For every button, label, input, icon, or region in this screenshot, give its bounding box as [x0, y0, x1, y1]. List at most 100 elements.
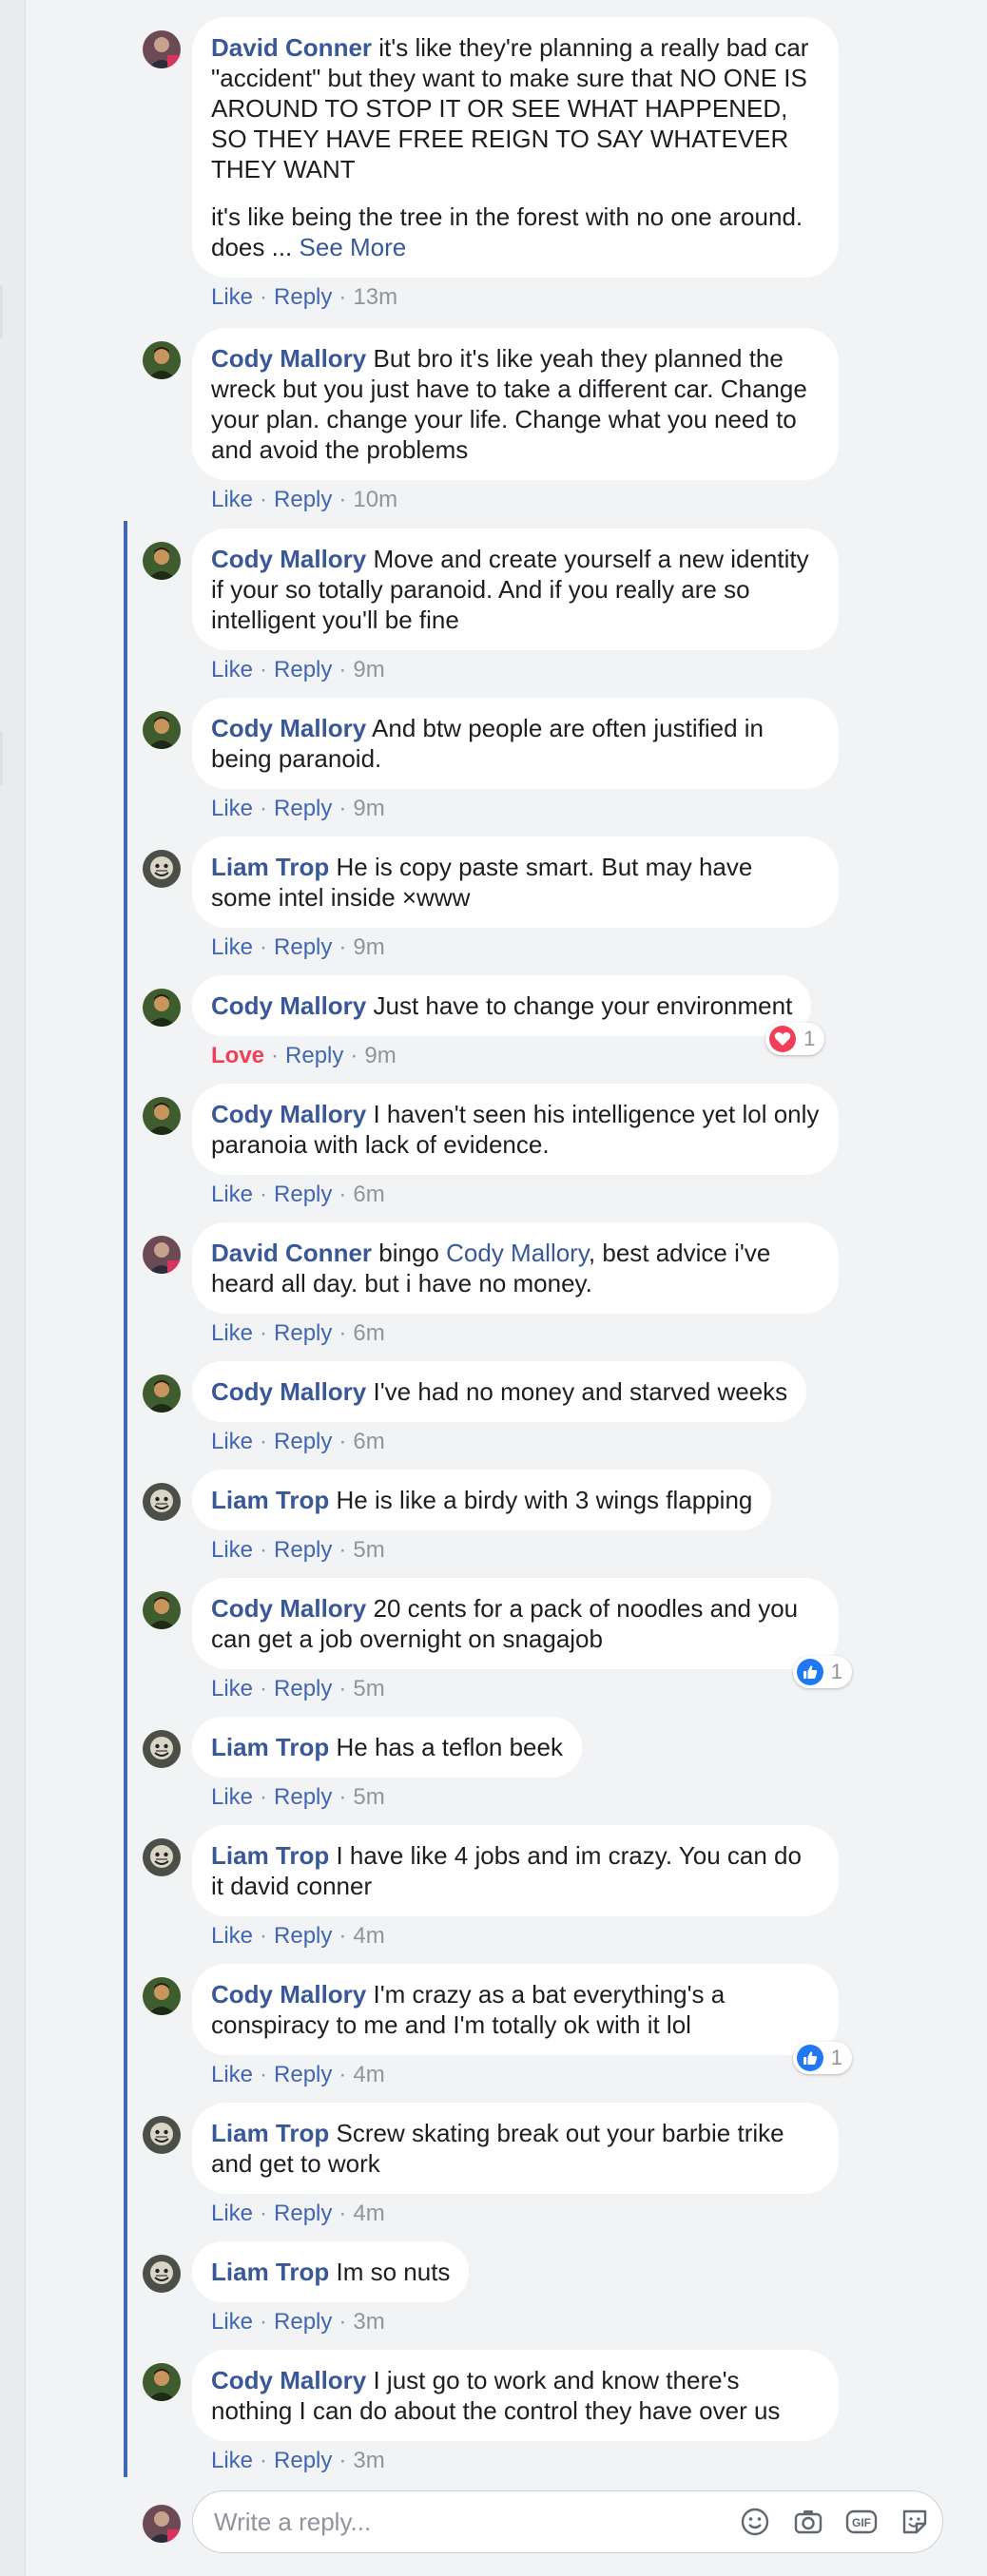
reply-button[interactable]: Reply: [274, 2062, 332, 2087]
comment-timestamp[interactable]: 10m: [353, 487, 397, 512]
like-button[interactable]: Like: [211, 1182, 253, 1207]
comment-body: He has a teflon beek: [336, 1733, 563, 1761]
reply-button[interactable]: Reply: [285, 1043, 343, 1068]
reply-button[interactable]: Reply: [274, 796, 332, 821]
comment-author[interactable]: Liam Trop: [211, 1841, 329, 1870]
avatar[interactable]: [143, 341, 181, 379]
like-button[interactable]: Like: [211, 1676, 253, 1701]
comment-timestamp[interactable]: 5m: [353, 1676, 384, 1701]
reply-button[interactable]: Reply: [274, 1784, 332, 1810]
comment-author[interactable]: Cody Mallory: [211, 714, 366, 742]
avatar[interactable]: [143, 1097, 181, 1135]
avatar[interactable]: [143, 850, 181, 888]
reply-button[interactable]: Reply: [274, 2309, 332, 2335]
like-button[interactable]: Like: [211, 657, 253, 682]
reply-button[interactable]: Reply: [274, 284, 332, 310]
reply-button[interactable]: Reply: [274, 2448, 332, 2473]
comment-author[interactable]: Liam Trop: [211, 853, 329, 881]
comment-timestamp[interactable]: 3m: [353, 2448, 384, 2473]
avatar[interactable]: [143, 1236, 181, 1274]
comment-author[interactable]: Liam Trop: [211, 2258, 329, 2286]
like-button[interactable]: Like: [211, 796, 253, 821]
comment-author[interactable]: David Conner: [211, 1239, 372, 1267]
like-button[interactable]: Like: [211, 2309, 253, 2335]
comment-author[interactable]: Liam Trop: [211, 2119, 329, 2147]
like-button[interactable]: Like: [211, 2448, 253, 2473]
avatar[interactable]: [143, 989, 181, 1027]
camera-icon[interactable]: [792, 2506, 824, 2538]
avatar[interactable]: [143, 2116, 181, 2154]
comment-timestamp[interactable]: 9m: [353, 796, 384, 821]
reply-button[interactable]: Reply: [274, 1676, 332, 1701]
comment-actions: Like · Reply · 13m: [211, 283, 903, 312]
mention-link[interactable]: Cody Mallory: [446, 1239, 589, 1267]
avatar[interactable]: [143, 1591, 181, 1629]
avatar[interactable]: [143, 542, 181, 580]
comment-timestamp[interactable]: 3m: [353, 2309, 384, 2335]
reply-button[interactable]: Reply: [274, 1429, 332, 1454]
like-button[interactable]: Like: [211, 487, 253, 512]
comment-author[interactable]: Cody Mallory: [211, 991, 366, 1020]
like-button[interactable]: Like: [211, 2062, 253, 2087]
comment-timestamp[interactable]: 6m: [353, 1429, 384, 1454]
comment-timestamp[interactable]: 9m: [353, 934, 384, 960]
comment-timestamp[interactable]: 6m: [353, 1320, 384, 1346]
avatar[interactable]: [143, 1730, 181, 1768]
avatar[interactable]: [143, 2363, 181, 2401]
comment-timestamp[interactable]: 4m: [353, 2201, 384, 2226]
reply-button[interactable]: Reply: [274, 1923, 332, 1949]
reply-button[interactable]: Reply: [274, 1320, 332, 1346]
reply-button[interactable]: Reply: [274, 657, 332, 682]
separator-dot: ·: [260, 2062, 268, 2087]
comment-author[interactable]: Cody Mallory: [211, 344, 366, 373]
comment-timestamp[interactable]: 9m: [364, 1043, 396, 1068]
separator-dot: ·: [339, 284, 347, 310]
avatar[interactable]: [143, 1977, 181, 2015]
avatar[interactable]: [143, 1483, 181, 1521]
like-button[interactable]: Like: [211, 2201, 253, 2226]
like-button[interactable]: Like: [211, 1429, 253, 1454]
comment-author[interactable]: Cody Mallory: [211, 1980, 366, 2009]
like-button[interactable]: Like: [211, 1320, 253, 1346]
comment-author[interactable]: David Conner: [211, 33, 372, 62]
like-button[interactable]: Like: [211, 284, 253, 310]
avatar[interactable]: [143, 711, 181, 749]
avatar[interactable]: [143, 1375, 181, 1413]
comment-author[interactable]: Cody Mallory: [211, 545, 366, 573]
like-button[interactable]: Like: [211, 934, 253, 960]
sticker-icon[interactable]: [899, 2506, 931, 2538]
gif-icon[interactable]: GIF: [845, 2506, 878, 2538]
comment-timestamp[interactable]: 5m: [353, 1537, 384, 1563]
comment-author[interactable]: Cody Mallory: [211, 1594, 366, 1623]
avatar[interactable]: [143, 30, 181, 68]
avatar[interactable]: [143, 2505, 181, 2543]
reaction-count[interactable]: 1: [792, 1656, 852, 1688]
comment-author[interactable]: Liam Trop: [211, 1733, 329, 1761]
comment-timestamp[interactable]: 4m: [353, 2062, 384, 2087]
reply-button[interactable]: Reply: [274, 1182, 332, 1207]
comment-timestamp[interactable]: 4m: [353, 1923, 384, 1949]
comment-author[interactable]: Liam Trop: [211, 1486, 329, 1514]
reaction-count[interactable]: 1: [792, 2042, 852, 2074]
like-button[interactable]: Like: [211, 1784, 253, 1810]
avatar[interactable]: [143, 1838, 181, 1876]
reply-button[interactable]: Reply: [274, 1537, 332, 1563]
comment-timestamp[interactable]: 13m: [353, 284, 397, 310]
reply-button[interactable]: Reply: [274, 2201, 332, 2226]
love-button[interactable]: Love: [211, 1043, 264, 1068]
reaction-count[interactable]: 1: [765, 1023, 825, 1055]
avatar[interactable]: [143, 2255, 181, 2293]
comment-timestamp[interactable]: 5m: [353, 1784, 384, 1810]
comment-actions: Like · Reply · 5m: [211, 1536, 903, 1565]
comment-timestamp[interactable]: 6m: [353, 1182, 384, 1207]
comment-author[interactable]: Cody Mallory: [211, 1100, 366, 1128]
comment-author[interactable]: Cody Mallory: [211, 2366, 366, 2394]
see-more-link[interactable]: See More: [300, 233, 407, 261]
comment-author[interactable]: Cody Mallory: [211, 1377, 366, 1406]
comment-timestamp[interactable]: 9m: [353, 657, 384, 682]
reply-button[interactable]: Reply: [274, 934, 332, 960]
reply-button[interactable]: Reply: [274, 487, 332, 512]
like-button[interactable]: Like: [211, 1923, 253, 1949]
like-button[interactable]: Like: [211, 1537, 253, 1563]
emoji-icon[interactable]: [739, 2506, 771, 2538]
